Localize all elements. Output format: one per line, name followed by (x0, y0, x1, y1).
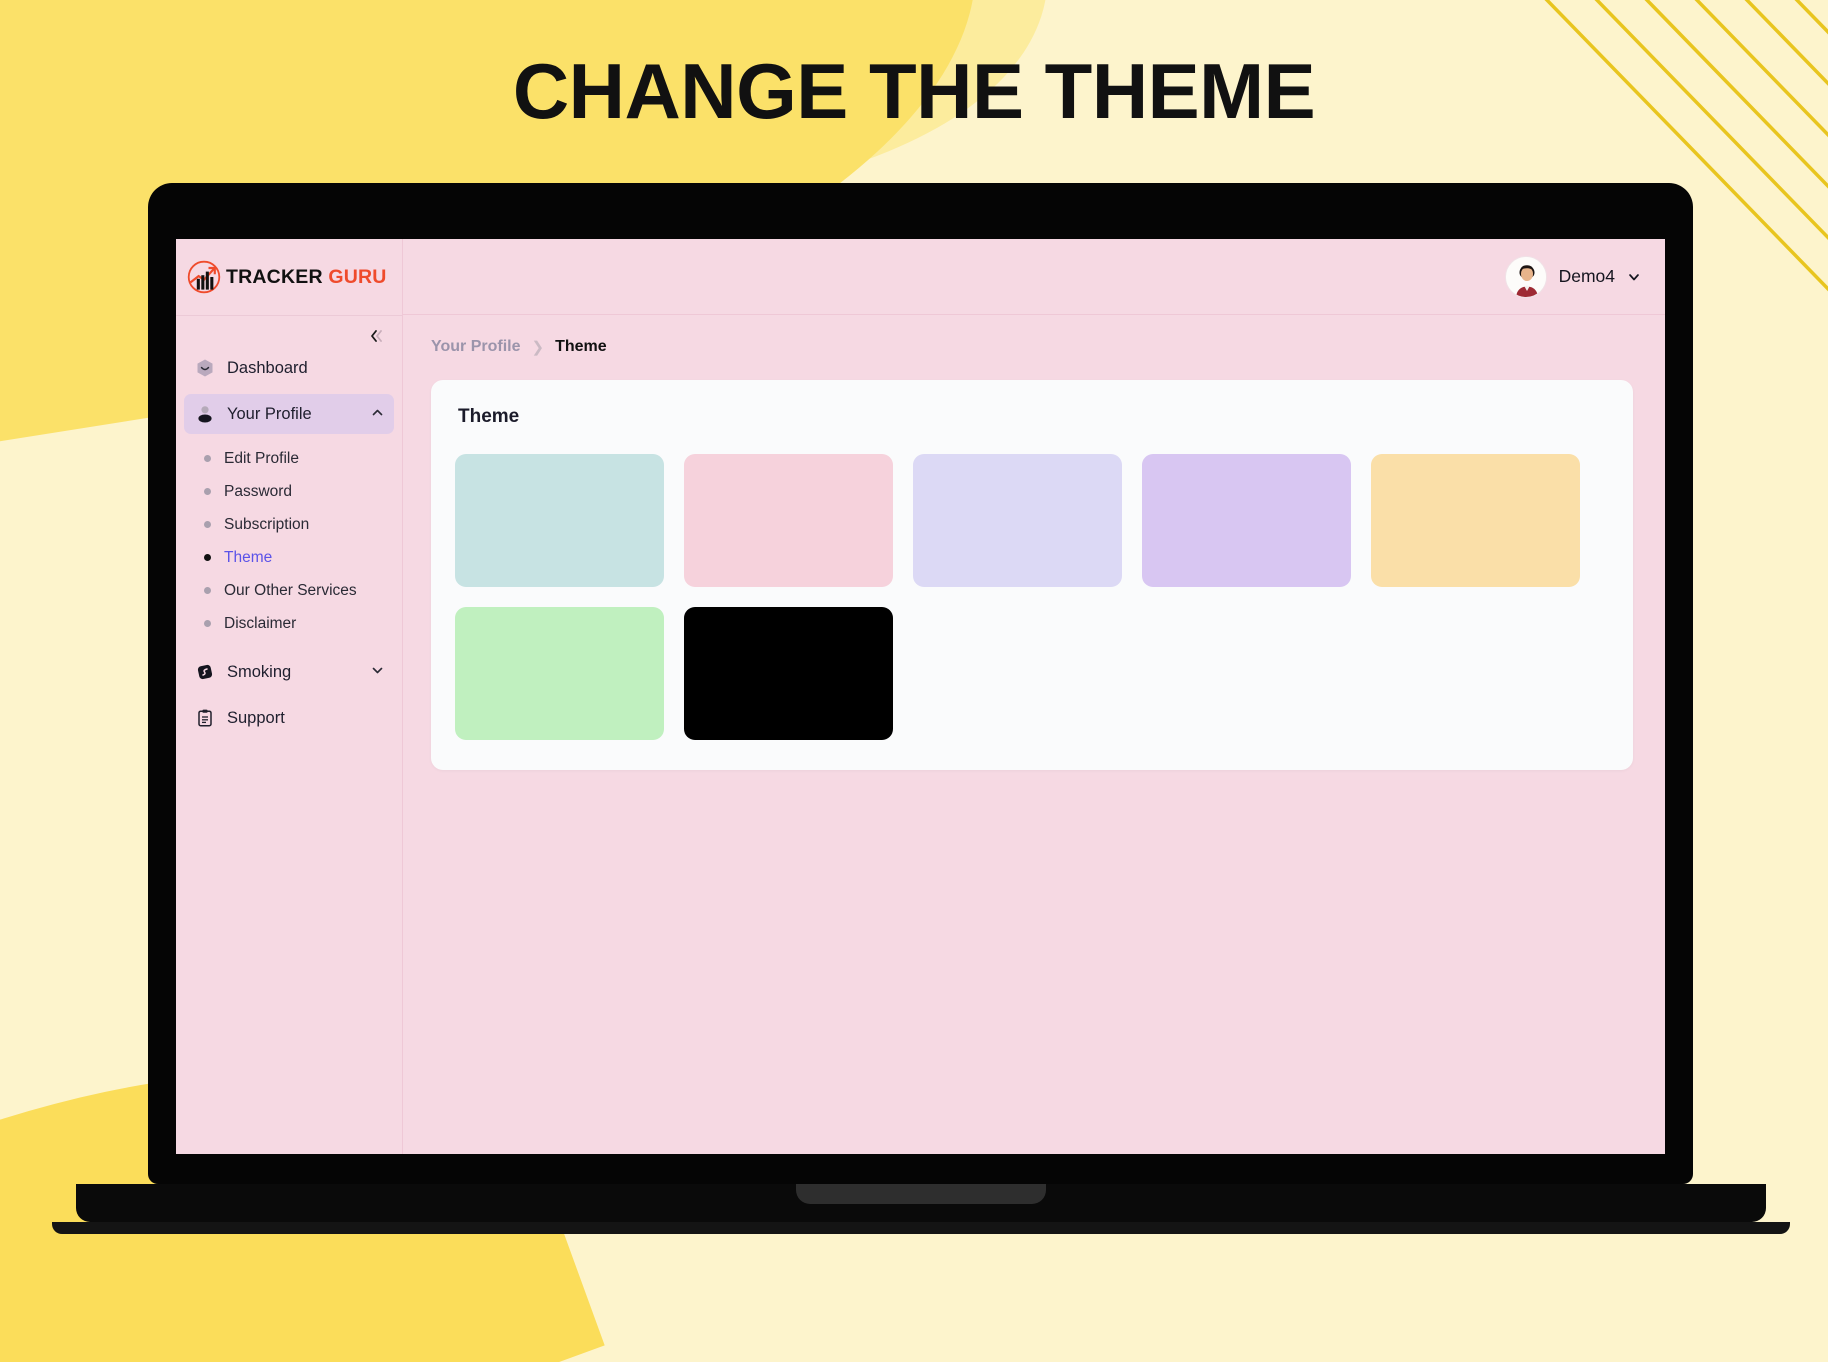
sidebar-subitem-theme[interactable]: Theme (176, 541, 402, 574)
theme-swatch-pink[interactable] (684, 454, 893, 587)
bullet-icon (204, 488, 211, 495)
chevron-double-left-icon (371, 330, 382, 342)
sidebar-item-your-profile[interactable]: Your Profile (184, 394, 394, 434)
topbar: Demo4 (403, 239, 1665, 315)
user-icon (194, 403, 216, 425)
bullet-icon (204, 554, 211, 561)
user-menu[interactable]: Demo4 (1504, 255, 1641, 298)
laptop-foot (52, 1222, 1790, 1234)
user-name-label: Demo4 (1558, 266, 1615, 286)
sidebar-item-support[interactable]: Support (184, 698, 394, 738)
theme-swatch-periwinkle[interactable] (913, 454, 1122, 587)
sidebar-item-label: Dashboard (227, 358, 308, 377)
laptop-mockup: TRACKER GURU Dashboard Your Profile Edit… (52, 183, 1790, 1234)
bullet-icon (204, 587, 211, 594)
sidebar-collapse-button[interactable] (364, 323, 390, 349)
sidebar-item-label: Support (227, 708, 285, 727)
breadcrumb-parent-link[interactable]: Your Profile (431, 338, 521, 356)
brand-name-secondary: GURU (328, 265, 387, 288)
poster-title: CHANGE THE THEME (512, 47, 1316, 135)
chevron-down-icon (1629, 273, 1639, 280)
bullet-icon (204, 455, 211, 462)
chevron-down-icon (371, 663, 384, 682)
brand-logo-area[interactable]: TRACKER GURU (176, 239, 402, 315)
sidebar-subitem-label: Our Other Services (224, 581, 357, 599)
smoking-icon (194, 661, 216, 683)
theme-card: Theme (431, 380, 1633, 770)
laptop-trackpad-notch (796, 1184, 1046, 1204)
sidebar-subitem-label: Theme (224, 548, 273, 566)
chart-arrow-logo-icon (187, 260, 221, 294)
breadcrumb-separator-icon: ❯ (531, 339, 545, 356)
sidebar-subitem-label: Password (224, 482, 293, 500)
theme-swatch-peach[interactable] (1371, 454, 1580, 587)
theme-swatch-teal[interactable] (455, 454, 664, 587)
laptop-base (76, 1184, 1766, 1222)
brand-name-primary: TRACKER (226, 265, 323, 288)
sidebar-subitem-our-other-services[interactable]: Our Other Services (176, 574, 402, 607)
user-avatar-icon (1505, 256, 1546, 297)
breadcrumb-current: Theme (555, 338, 607, 355)
sidebar-subnav-your-profile: Edit Profile Password Subscription Theme… (176, 440, 402, 640)
main-content: Demo4 Your Profile ❯ Theme Theme (403, 239, 1665, 1154)
sidebar-subitem-label: Subscription (224, 515, 310, 533)
app-screen: TRACKER GURU Dashboard Your Profile Edit… (176, 239, 1665, 1154)
sidebar-subitem-label: Disclaimer (224, 614, 297, 632)
sidebar-subitem-password[interactable]: Password (176, 475, 402, 508)
avatar (1504, 255, 1547, 298)
sidebar-subitem-edit-profile[interactable]: Edit Profile (176, 442, 402, 475)
theme-swatch-mint-green[interactable] (455, 607, 664, 740)
bullet-icon (204, 620, 211, 627)
chevron-up-icon (371, 405, 384, 424)
theme-swatch-lavender[interactable] (1142, 454, 1351, 587)
theme-swatch-grid (455, 454, 1609, 740)
sidebar-item-label: Your Profile (227, 404, 312, 423)
sidebar-subitem-label: Edit Profile (224, 449, 299, 467)
breadcrumb: Your Profile ❯ Theme (403, 315, 1665, 356)
sidebar-nav: Dashboard Your Profile Edit Profile Pass… (176, 316, 402, 738)
sidebar-subitem-subscription[interactable]: Subscription (176, 508, 402, 541)
laptop-lid: TRACKER GURU Dashboard Your Profile Edit… (148, 183, 1693, 1184)
sidebar-subitem-disclaimer[interactable]: Disclaimer (176, 607, 402, 640)
clipboard-icon (194, 707, 216, 729)
bullet-icon (204, 521, 211, 528)
sidebar: TRACKER GURU Dashboard Your Profile Edit… (176, 239, 403, 1154)
sidebar-item-smoking[interactable]: Smoking (184, 652, 394, 692)
sidebar-item-dashboard[interactable]: Dashboard (184, 348, 394, 388)
dashboard-icon (194, 357, 216, 379)
theme-swatch-black[interactable] (684, 607, 893, 740)
sidebar-item-label: Smoking (227, 662, 292, 681)
card-title: Theme (458, 406, 520, 427)
